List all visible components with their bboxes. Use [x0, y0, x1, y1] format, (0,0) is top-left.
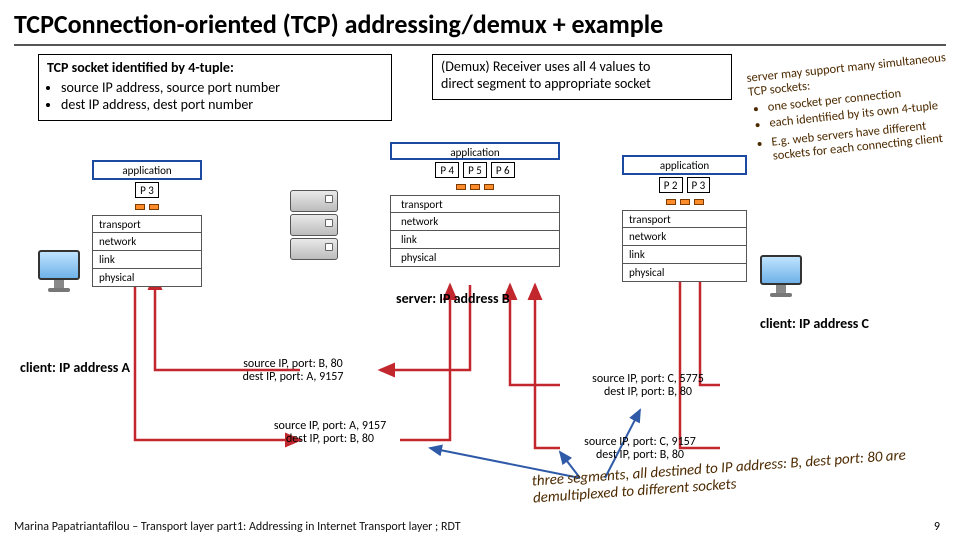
link-layer: link — [92, 251, 202, 269]
bullet: dest IP address, dest port number — [61, 96, 383, 114]
link-layer: link — [390, 231, 560, 249]
network-layer: network — [622, 228, 747, 246]
port-p6: P 6 — [491, 162, 515, 178]
port-row: P 4 P 5 P 6 — [390, 162, 560, 178]
network-layer: network — [92, 233, 202, 251]
transport-layer: transport — [92, 215, 202, 233]
link-layer: link — [622, 246, 747, 264]
demux-box: (Demux) Receiver uses all 4 values to di… — [432, 54, 732, 100]
server-b-stack: application P 4 P 5 P 6 transport networ… — [390, 142, 560, 267]
box-line: direct segment to appropriate socket — [441, 76, 723, 93]
client-c-stack: application P 2 P 3 transport network li… — [622, 155, 747, 282]
title-underline — [14, 44, 946, 46]
application-layer: application — [390, 142, 560, 160]
seg-line: dest IP, port: A, 9157 — [218, 371, 368, 384]
layer-label: application — [660, 159, 709, 172]
client-a-label: client: IP address A — [20, 360, 170, 375]
layer-label: application — [450, 146, 499, 159]
port-p2: P 2 — [659, 177, 683, 193]
box-line: (Demux) Receiver uses all 4 values to — [441, 59, 723, 76]
bullet: source IP address, source port number — [61, 79, 383, 97]
mini-ports — [622, 195, 747, 208]
physical-layer: physical — [390, 249, 560, 267]
page-number: 9 — [934, 520, 940, 534]
port-p3: P 3 — [135, 182, 159, 198]
physical-layer: physical — [92, 269, 202, 287]
network-layer: network — [390, 213, 560, 231]
segment-label: source IP, port: C, 5775 dest IP, port: … — [568, 373, 728, 399]
port-row: P 2 P 3 — [622, 177, 747, 193]
segment-label: source IP, port: B, 80 dest IP, port: A,… — [218, 358, 368, 384]
port-p3b: P 3 — [687, 177, 711, 193]
slide-footer: Marina Papatriantafilou – Transport laye… — [14, 520, 461, 534]
transport-layer: transport — [390, 195, 560, 213]
seg-line: dest IP, port: B, 80 — [568, 386, 728, 399]
mini-ports — [390, 180, 560, 193]
application-layer: application — [92, 160, 202, 180]
slide-title: TCPConnection-oriented (TCP) addressing/… — [14, 8, 663, 40]
tcp-4tuple-box: TCP socket identified by 4-tuple: source… — [38, 54, 392, 121]
transport-layer: transport — [622, 210, 747, 228]
computer-icon — [38, 250, 80, 292]
client-c-label: client: IP address C — [760, 316, 920, 331]
mini-ports — [92, 200, 202, 213]
segment-label: source IP, port: A, 9157 dest IP, port: … — [250, 420, 410, 446]
seg-line: dest IP, port: B, 80 — [250, 433, 410, 446]
server-rack-icon — [290, 190, 338, 262]
client-a-stack: application P 3 transport network link p… — [92, 160, 202, 287]
server-b-label: server: IP address B — [396, 290, 510, 307]
physical-layer: physical — [622, 264, 747, 282]
port-p4: P 4 — [435, 162, 459, 178]
layer-label: application — [122, 164, 171, 177]
port-row: P 3 — [92, 182, 202, 198]
segment-label: source IP, port: C, 9157 dest IP, port: … — [560, 436, 720, 462]
application-layer: application — [622, 155, 747, 175]
computer-icon — [760, 255, 802, 297]
side-notes: server may support many simultaneous TCP… — [746, 50, 960, 170]
port-p5: P 5 — [463, 162, 487, 178]
box-header: TCP socket identified by 4-tuple: — [47, 59, 383, 77]
